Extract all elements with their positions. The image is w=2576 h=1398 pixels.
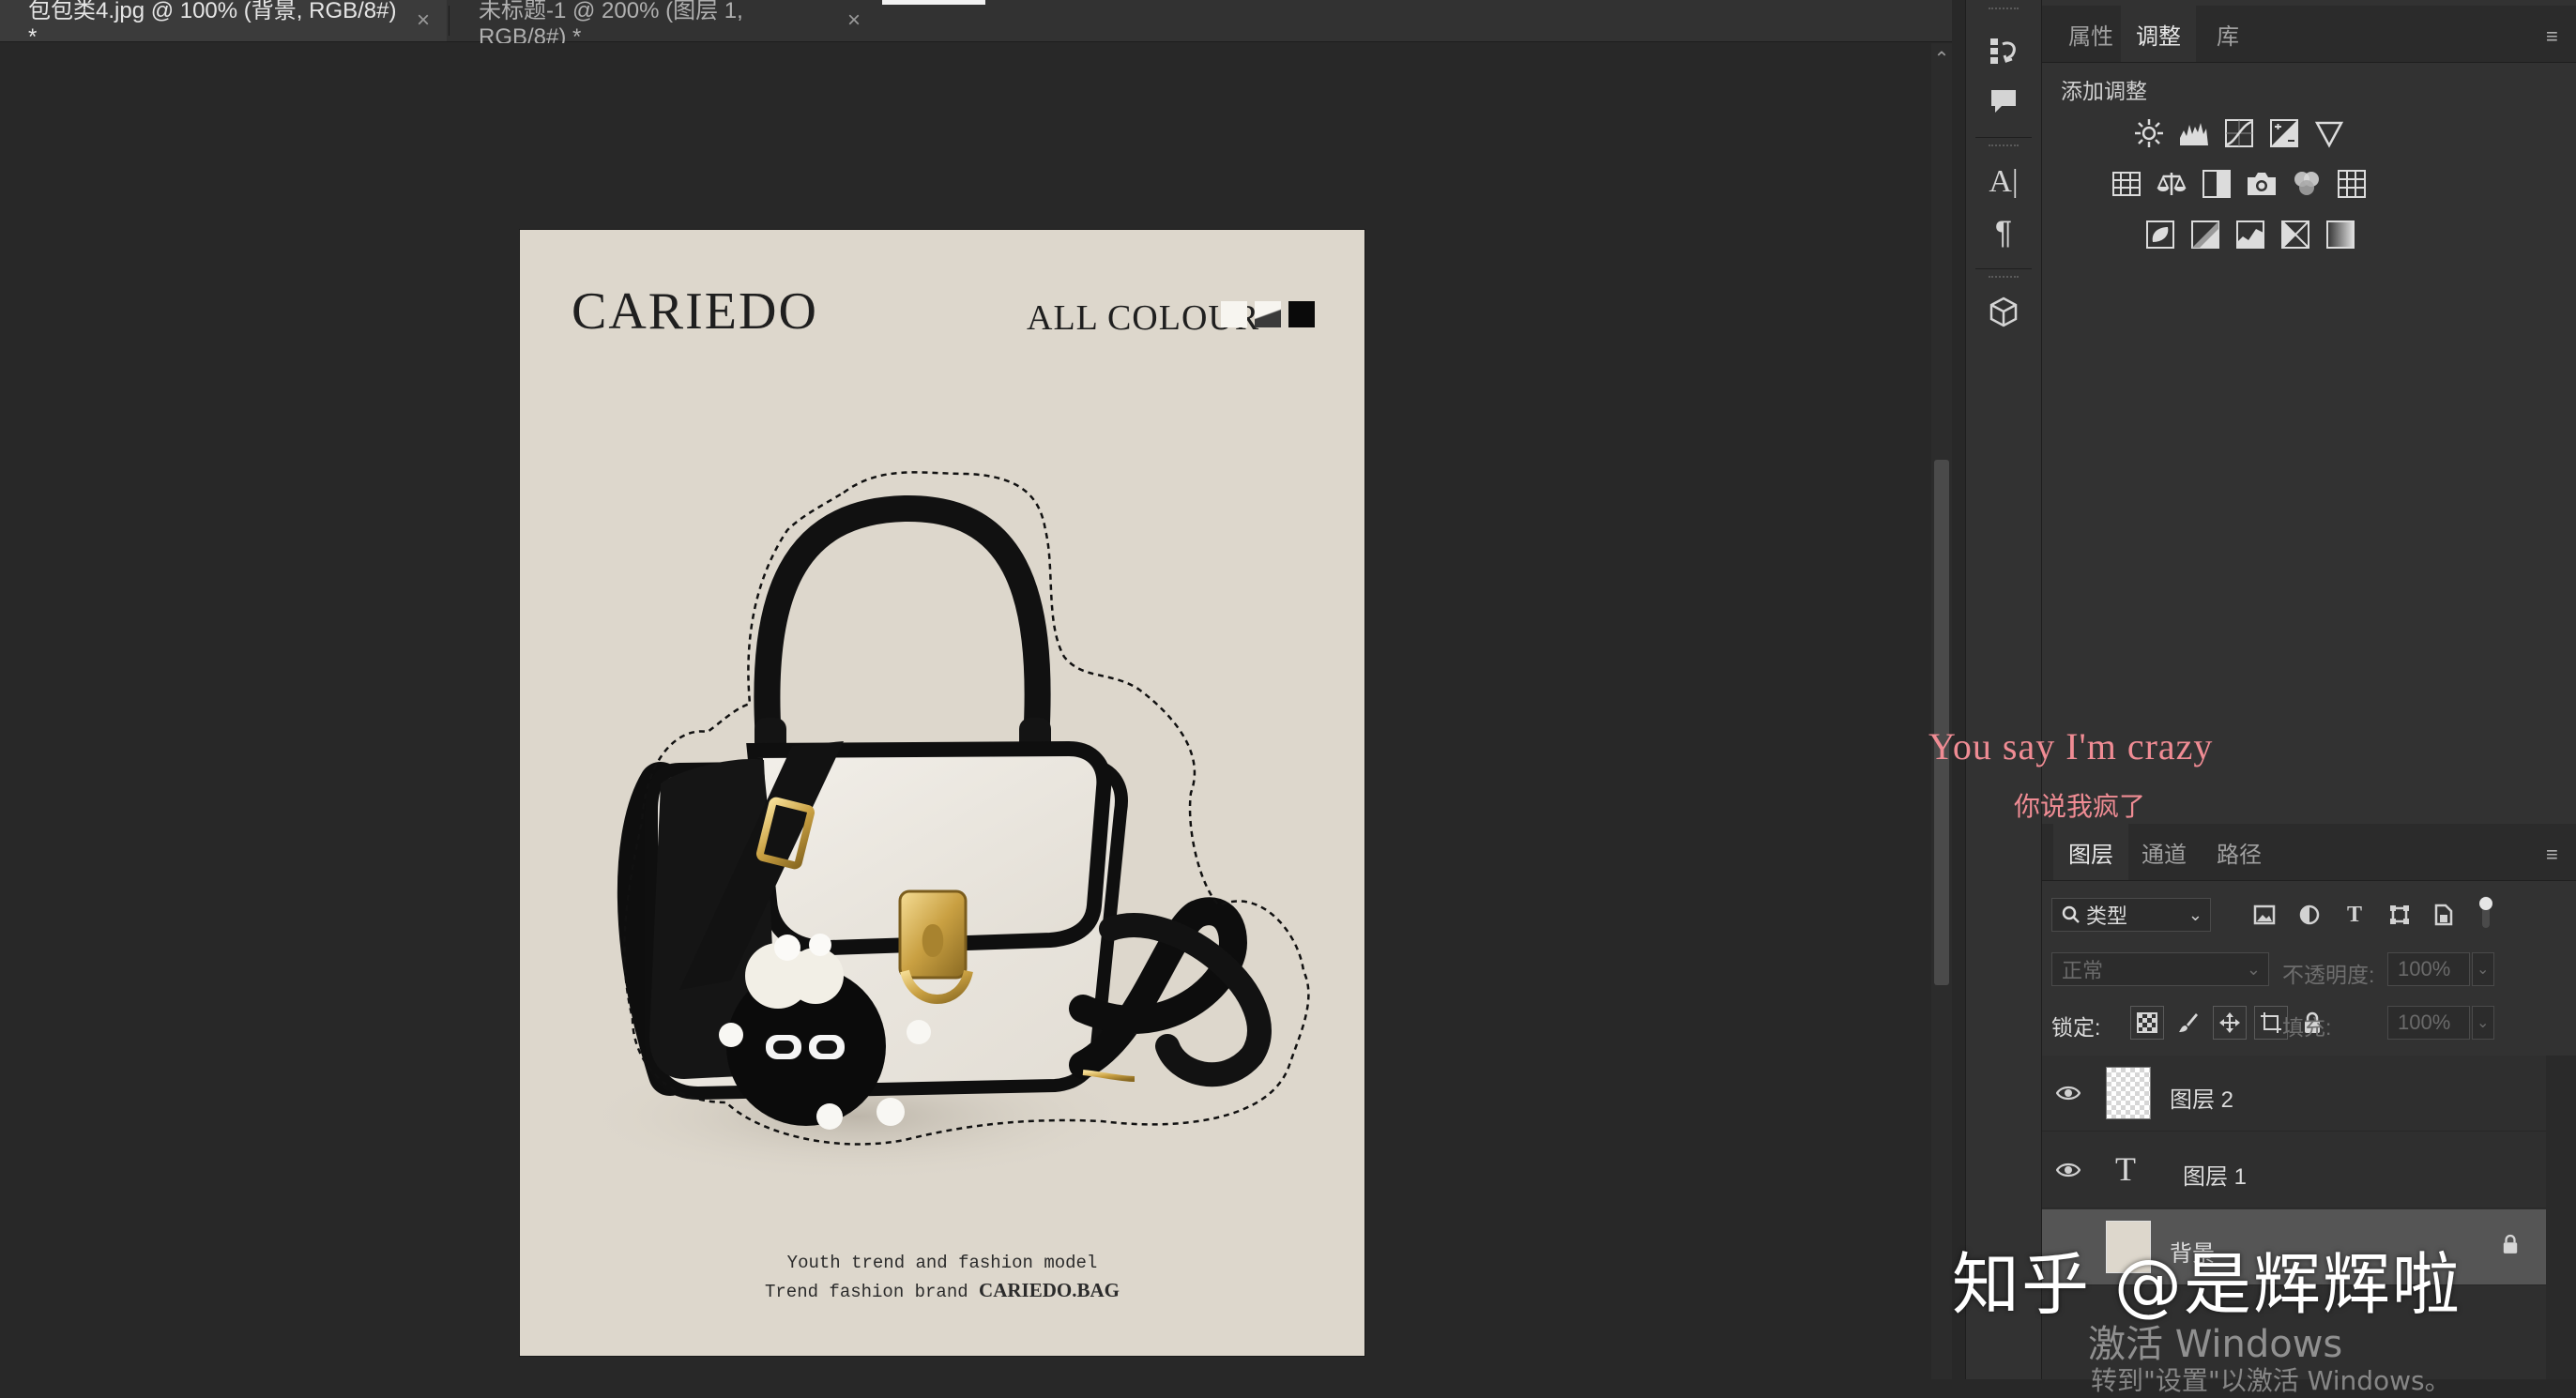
opacity-input[interactable]: 100%	[2387, 952, 2470, 986]
layers-panel-tabs: 图层 通道 路径 ≡	[2042, 824, 2576, 881]
color-lookup-icon[interactable]	[2333, 165, 2370, 203]
fill-input[interactable]: 100%	[2387, 1006, 2470, 1040]
layer-row[interactable]: 图层 2	[2042, 1056, 2546, 1132]
black-white-icon[interactable]	[2198, 165, 2235, 203]
fill-label: 填充:	[2282, 1015, 2332, 1040]
selective-color-icon[interactable]	[2277, 216, 2314, 253]
tab-untitled[interactable]: 未标题-1 @ 200% (图层 1, RGB/8#) * ×	[450, 0, 877, 50]
color-balance-icon[interactable]	[2153, 165, 2190, 203]
filter-kind-label: 类型	[2086, 904, 2128, 928]
close-icon[interactable]: ×	[417, 8, 430, 34]
add-adjustment-label: 添加调整	[2061, 79, 2147, 103]
channel-mixer-icon[interactable]	[2288, 165, 2325, 203]
strip-grip[interactable]	[1989, 144, 2019, 150]
lock-position-icon[interactable]	[2213, 1006, 2247, 1040]
history-icon[interactable]	[1981, 30, 2026, 71]
layer-name[interactable]: 图层 2	[2170, 1081, 2233, 1114]
document-border	[520, 230, 1364, 1356]
filter-smart-object-icon[interactable]	[2427, 899, 2459, 931]
layer-thumbnail	[2106, 1067, 2151, 1119]
search-icon	[2062, 905, 2080, 923]
lock-icon[interactable]	[2502, 1234, 2521, 1258]
strip-divider	[1975, 137, 2032, 138]
paragraph-icon[interactable]: ¶	[1981, 212, 2026, 253]
close-icon[interactable]: ×	[847, 8, 861, 34]
chevron-down-icon: ⌄	[2246, 959, 2261, 979]
filter-adjustment-icon[interactable]	[2294, 899, 2325, 931]
opacity-value: 100%	[2398, 957, 2451, 980]
blend-mode-value: 正常	[2062, 959, 2104, 982]
filter-toggle[interactable]	[2470, 896, 2502, 928]
tab-bag-image[interactable]: 包包类4.jpg @ 100% (背景, RGB/8#) * ×	[0, 0, 447, 50]
vibrance-icon[interactable]	[2310, 114, 2348, 152]
tab-divider	[449, 6, 450, 36]
comment-icon[interactable]	[1981, 81, 2026, 122]
lock-pixels-icon[interactable]	[2172, 1006, 2205, 1040]
tab-paths[interactable]: 路径	[2202, 824, 2277, 880]
panel-menu-icon[interactable]: ≡	[2546, 24, 2565, 48]
photo-filter-icon[interactable]	[2243, 165, 2280, 203]
text-layer-icon: T	[2115, 1150, 2136, 1188]
fill-value: 100%	[2398, 1011, 2451, 1034]
posterize-icon[interactable]	[2187, 216, 2224, 253]
lyric-english: You say I'm crazy	[1928, 725, 2214, 767]
chevron-down-icon: ⌄	[2187, 904, 2203, 924]
exposure-icon[interactable]	[2265, 114, 2303, 152]
strip-grip[interactable]	[1989, 276, 2019, 281]
tab-channels[interactable]: 通道	[2126, 824, 2202, 880]
layer-name[interactable]: 图层 1	[2183, 1158, 2247, 1191]
layers-scrollbar[interactable]	[2546, 1056, 2576, 1379]
panel-menu-icon[interactable]: ≡	[2546, 843, 2565, 866]
gradient-map-icon[interactable]	[2322, 216, 2359, 253]
lock-label: 锁定:	[2051, 1015, 2101, 1040]
hue-saturation-icon[interactable]	[2108, 165, 2145, 203]
document-tab-bar: 包包类4.jpg @ 100% (背景, RGB/8#) * × 未标题-1 @…	[0, 0, 1952, 50]
levels-icon[interactable]	[2175, 114, 2213, 152]
curves-icon[interactable]	[2220, 114, 2258, 152]
invert-icon[interactable]	[2142, 216, 2179, 253]
opacity-label: 不透明度:	[2282, 963, 2375, 987]
adjustments-panel-tabs: 属性 调整 库 ≡	[2042, 6, 2576, 63]
right-panel-dock: 属性 调整 库 ≡ 添加调整 图层 通道 路径 ≡ 类型 ⌄ T 正常 ⌄ 不透…	[2042, 0, 2576, 1379]
lock-transparent-icon[interactable]	[2130, 1006, 2164, 1040]
threshold-icon[interactable]	[2232, 216, 2269, 253]
visibility-eye-icon[interactable]	[2055, 1157, 2081, 1183]
scroll-up-icon[interactable]: ⌃	[1933, 47, 1950, 69]
visibility-eye-icon[interactable]	[2055, 1080, 2081, 1106]
filter-pixel-icon[interactable]	[2248, 899, 2280, 931]
blend-mode-select[interactable]: 正常 ⌄	[2051, 952, 2269, 986]
lyric-chinese: 你说我疯了	[2014, 791, 2146, 822]
layer-row[interactable]: T 图层 1	[2042, 1132, 2546, 1208]
layer-filter-select[interactable]: 类型 ⌄	[2051, 898, 2211, 932]
tab-layers[interactable]: 图层	[2053, 824, 2128, 880]
opacity-dropdown[interactable]: ⌄	[2472, 952, 2494, 986]
strip-divider	[1975, 268, 2032, 269]
window-edge	[882, 0, 985, 5]
filter-shape-icon[interactable]	[2384, 899, 2416, 931]
tab-adjustments[interactable]: 调整	[2121, 6, 2196, 62]
brightness-icon[interactable]	[2130, 114, 2168, 152]
strip-grip[interactable]	[1989, 8, 2019, 13]
filter-type-icon[interactable]: T	[2339, 899, 2370, 931]
scrollbar-thumb[interactable]	[1934, 460, 1949, 985]
character-icon[interactable]: A|	[1981, 161, 2026, 203]
activate-windows-subtitle: 转到"设置"以激活 Windows。	[2091, 1365, 2451, 1396]
3d-cube-icon[interactable]	[1981, 291, 2026, 332]
panel-icon-strip: A| ¶	[1965, 0, 2042, 1379]
fill-dropdown[interactable]: ⌄	[2472, 1006, 2494, 1040]
tab-libraries[interactable]: 库	[2202, 6, 2254, 62]
tab-properties[interactable]: 属性	[2053, 6, 2128, 62]
